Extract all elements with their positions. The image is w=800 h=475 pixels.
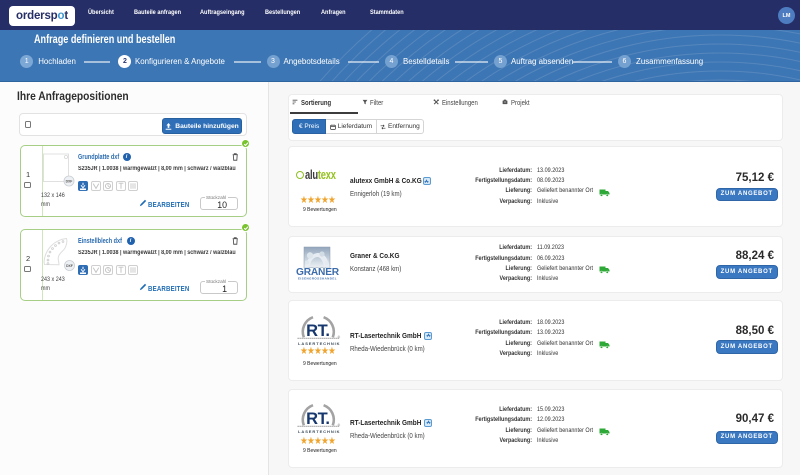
svg-text:EISENGROSSHANDEL: EISENGROSSHANDEL (298, 277, 337, 281)
svg-text:RT.: RT. (306, 410, 329, 428)
svg-text:DXF: DXF (66, 180, 73, 184)
svg-text:®: ® (338, 336, 341, 340)
svg-text:DXF: DXF (66, 264, 73, 268)
svg-text:LASERTECHNIK: LASERTECHNIK (298, 428, 341, 433)
svg-text:®: ® (338, 423, 341, 427)
svg-text:RT.: RT. (306, 322, 329, 340)
